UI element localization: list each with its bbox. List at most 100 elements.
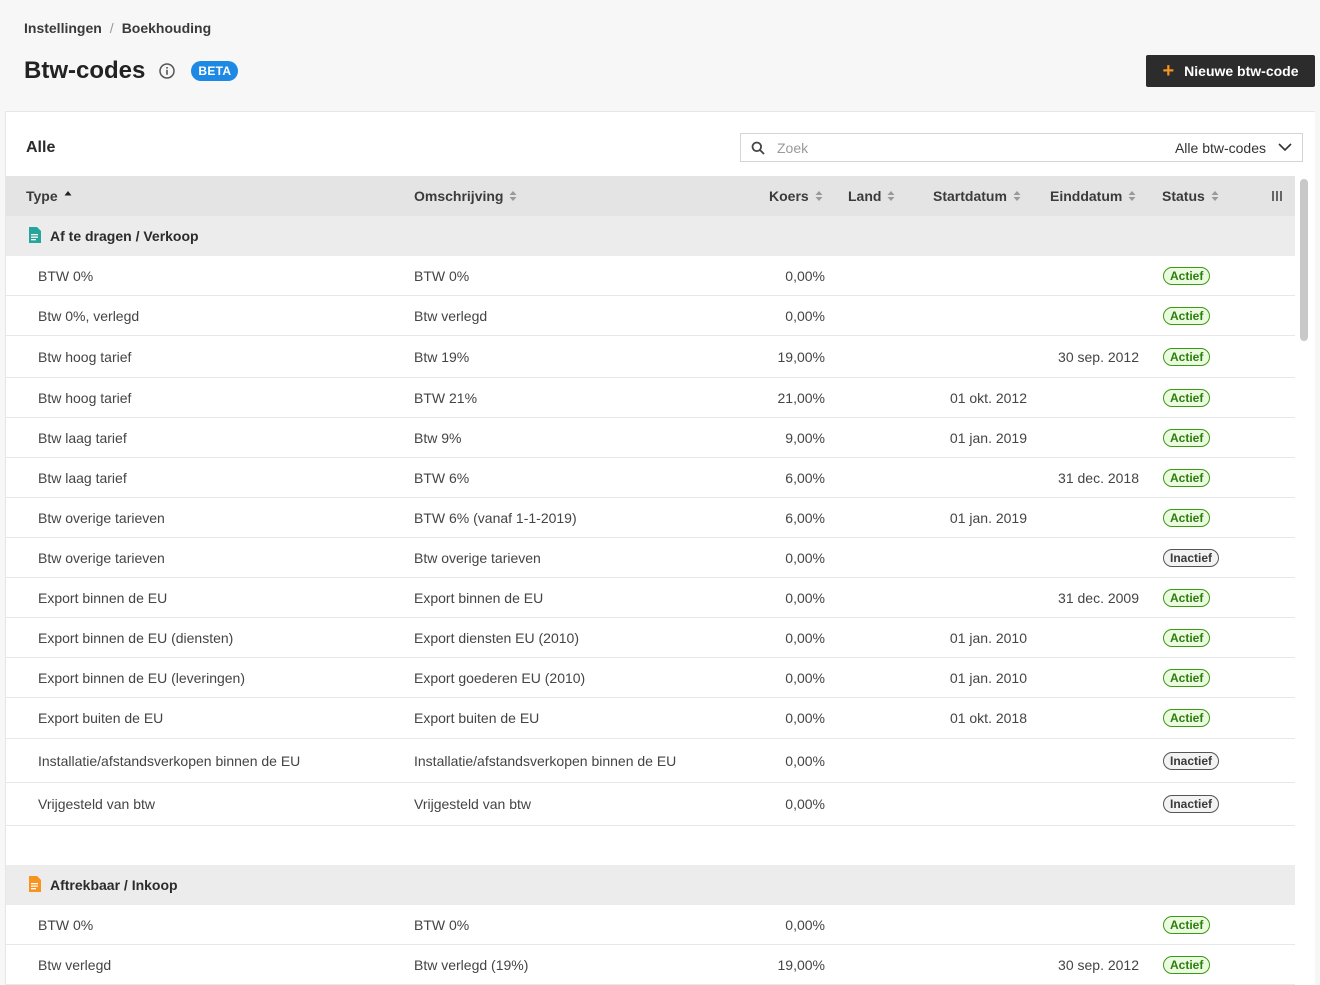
status-badge: Inactief (1163, 751, 1220, 770)
column-header-start-date[interactable]: Startdatum (933, 176, 1021, 216)
cell-type: Btw verlegd (38, 956, 112, 973)
scrollbar-thumb[interactable] (1300, 179, 1308, 341)
cell-type: Btw overige tarieven (38, 549, 165, 566)
column-header-description[interactable]: Omschrijving (414, 176, 517, 216)
sort-ascending-icon (64, 190, 72, 202)
group-header[interactable]: Af te dragen / Verkoop (6, 216, 1295, 256)
table-row[interactable]: Vrijgesteld van btw Vrijgesteld van btw 0,… (6, 783, 1295, 826)
table-row[interactable]: Btw 0%, verlegd Btw verlegd 0,00% Actief (6, 296, 1295, 336)
cell-description: BTW 0% (414, 267, 470, 284)
column-settings-icon[interactable] (1271, 189, 1283, 205)
column-header-rate[interactable]: Koers (769, 176, 823, 216)
cell-end-date (1016, 698, 1139, 738)
cell-status: Actief (1163, 458, 1211, 497)
table-row[interactable]: BTW 0% BTW 0% 0,00% Actief (6, 256, 1295, 296)
new-vat-code-button[interactable]: + Nieuwe btw-code (1146, 55, 1315, 87)
column-header-country[interactable]: Land (848, 176, 895, 216)
document-icon (28, 876, 41, 895)
sort-icon (509, 190, 517, 202)
cell-rate: 9,00% (785, 429, 825, 446)
cell-type: Btw laag tarief (38, 429, 127, 446)
column-header-type[interactable]: Type (26, 176, 72, 216)
cell-end-date: 31 dec. 2018 (1058, 469, 1139, 486)
table-row[interactable]: BTW 0% BTW 0% 0,00% Actief (6, 905, 1295, 945)
table-row[interactable]: Btw verlegd Btw verlegd (19%) 19,00% 30 sep… (6, 945, 1295, 985)
table-row[interactable]: Btw overige tarieven Btw overige tarieven… (6, 538, 1295, 578)
status-badge: Actief (1163, 306, 1211, 325)
table-row[interactable]: Export binnen de EU (leveringen) Export g… (6, 658, 1295, 698)
cell-type: Installatie/afstandsverkopen binnen de E… (38, 752, 301, 769)
status-badge: Actief (1163, 668, 1211, 687)
cell-type: Vrijgesteld van btw (38, 796, 155, 812)
new-vat-code-label: Nieuwe btw-code (1184, 63, 1299, 79)
cell-end-date (1016, 378, 1139, 417)
info-icon[interactable] (159, 63, 176, 79)
table-row[interactable]: Btw overige tarieven BTW 6% (vanaf 1-1-20… (6, 498, 1295, 538)
status-badge: Actief (1163, 388, 1211, 407)
column-header-end-date[interactable]: Einddatum (1050, 176, 1136, 216)
cell-start-date: 01 jan. 2010 (949, 669, 1027, 686)
cell-type: Export buiten de EU (38, 710, 164, 726)
page-title: Btw-codes (24, 57, 146, 84)
cell-status: Actief (1163, 336, 1211, 377)
column-label-end-date: Einddatum (1050, 188, 1123, 204)
cell-end-date (1016, 905, 1139, 944)
cell-status: Inactief (1163, 739, 1220, 782)
cell-rate: 0,00% (785, 710, 825, 726)
cell-type: Export binnen de EU (diensten) (38, 629, 234, 646)
document-icon (28, 227, 41, 246)
cell-rate: 0,00% (785, 916, 825, 933)
table-row[interactable]: Btw laag tarief Btw 9% 9,00% 01 jan. 2019 Ac… (6, 418, 1295, 458)
cell-status: Actief (1163, 945, 1211, 984)
sort-icon (1128, 190, 1136, 202)
cell-rate: 0,00% (785, 549, 825, 566)
search-input[interactable] (777, 139, 1127, 156)
search-bar: Alle btw-codes (740, 133, 1303, 162)
plus-icon: + (1162, 60, 1175, 82)
status-badge: Actief (1163, 588, 1211, 607)
table-row[interactable]: Installatie/afstandsverkopen binnen de E… (6, 739, 1295, 783)
status-badge: Inactief (1163, 795, 1220, 813)
vat-codes-panel: Alle Alle btw-codes Type Omschrijving (5, 111, 1315, 985)
status-badge: Actief (1163, 347, 1211, 366)
table-row[interactable]: Export binnen de EU Export binnen de EU 0,… (6, 578, 1295, 618)
table-row[interactable]: Export binnen de EU (diensten) Export die… (6, 618, 1295, 658)
breadcrumb-current[interactable]: Boekhouding (122, 20, 211, 36)
cell-type: Export binnen de EU (38, 589, 168, 606)
cell-rate: 0,00% (785, 752, 825, 769)
cell-description: Installatie/afstandsverkopen binnen de E… (414, 752, 677, 769)
cell-rate: 6,00% (785, 509, 825, 526)
cell-status: Actief (1163, 296, 1211, 335)
cell-rate: 0,00% (785, 629, 825, 646)
sort-icon (1211, 190, 1219, 202)
cell-end-date (1016, 256, 1139, 295)
cell-start-date (906, 336, 1027, 377)
column-header-status[interactable]: Status (1162, 176, 1219, 216)
cell-rate: 19,00% (777, 348, 825, 365)
breadcrumb-parent-link[interactable]: Instellingen (24, 20, 102, 36)
table-row[interactable]: Btw hoog tarief Btw 19% 19,00% 30 sep. 2012… (6, 336, 1295, 378)
cell-end-date: 31 dec. 2009 (1058, 589, 1139, 606)
table-row[interactable]: Btw laag tarief BTW 6% 6,00% 31 dec. 2018 Ac… (6, 458, 1295, 498)
cell-start-date (906, 538, 1027, 577)
cell-status: Actief (1163, 256, 1211, 295)
cell-start-date: 01 jan. 2019 (949, 509, 1027, 526)
group-header[interactable]: Aftrekbaar / Inkoop (6, 865, 1295, 905)
cell-description: BTW 21% (414, 389, 478, 406)
column-label-country: Land (848, 188, 882, 204)
cell-end-date (1016, 418, 1139, 457)
sort-icon (1013, 190, 1021, 202)
table-row[interactable]: Btw hoog tarief BTW 21% 21,00% 01 okt. 2012… (6, 378, 1295, 418)
vertical-scrollbar[interactable] (1299, 179, 1309, 985)
vat-code-filter-select[interactable]: Alle btw-codes (1175, 134, 1292, 161)
cell-end-date (1016, 296, 1139, 335)
cell-rate: 0,00% (785, 669, 825, 686)
cell-description: BTW 6% (vanaf 1-1-2019) (414, 509, 577, 526)
cell-end-date (1016, 658, 1139, 697)
cell-status: Actief (1163, 698, 1211, 738)
cell-description: Btw 19% (414, 348, 470, 365)
cell-rate: 0,00% (785, 267, 825, 284)
cell-description: Btw verlegd (19%) (414, 956, 529, 973)
cell-start-date (906, 458, 1027, 497)
table-row[interactable]: Export buiten de EU Export buiten de EU 0,… (6, 698, 1295, 739)
